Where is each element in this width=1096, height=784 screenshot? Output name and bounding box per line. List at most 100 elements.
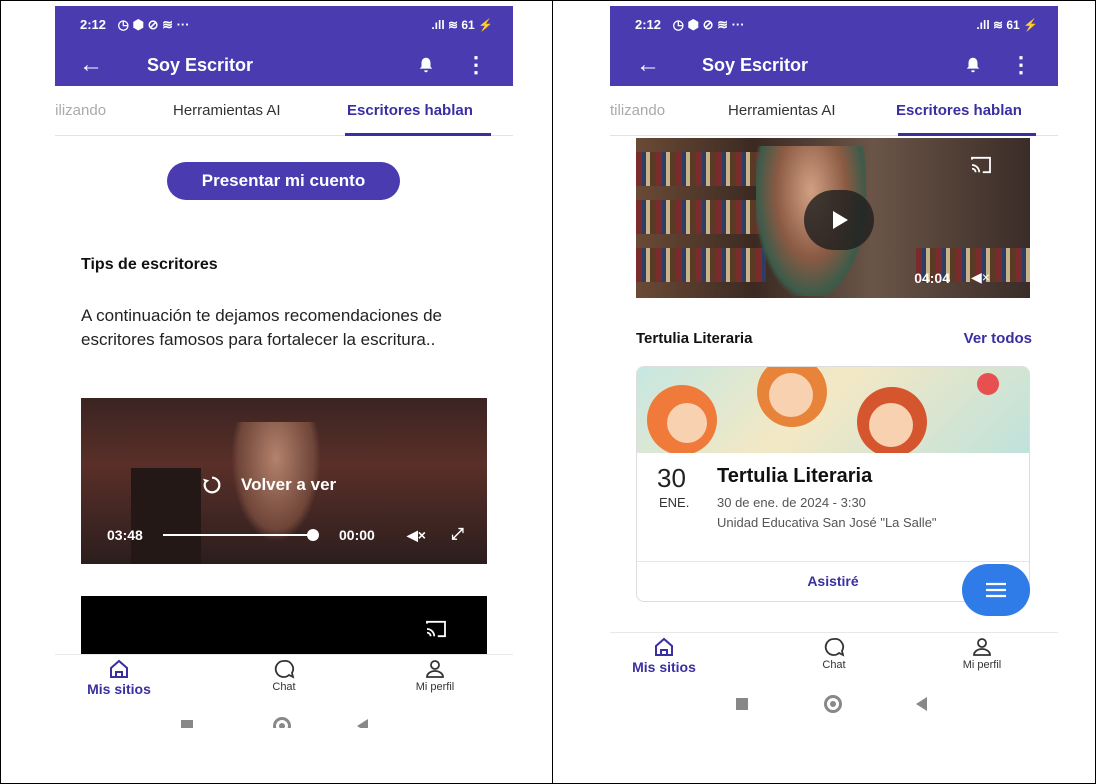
nav-label: Chat — [272, 681, 296, 693]
nav-label: Chat — [822, 659, 846, 671]
tab-herramientas-ai[interactable]: Herramientas AI — [728, 102, 836, 119]
tab-indicator — [898, 133, 1036, 136]
status-time: 2:12 — [80, 17, 107, 32]
see-all-link[interactable]: Ver todos — [964, 330, 1032, 347]
fullscreen-icon[interactable]: ⤢ — [451, 526, 464, 544]
video-thumbnail-shelf — [131, 468, 201, 564]
profile-icon — [426, 660, 444, 678]
section-title: Tertulia Literaria — [636, 330, 753, 347]
system-nav-bar — [610, 684, 1058, 724]
back-arrow-icon[interactable]: ← — [79, 51, 103, 79]
bottom-nav: Mis sitios Chat Mi perfil — [610, 632, 1058, 684]
app-bar: ← Soy Escritor ⋮ — [55, 44, 513, 86]
home-button-icon[interactable] — [824, 695, 842, 713]
cast-icon[interactable] — [425, 620, 447, 638]
status-bar: 2:12 ◷ ⬢ ⊘ ≋ ··· .ıll ≋ 61 ⚡ — [635, 12, 1038, 38]
play-button[interactable] — [804, 190, 874, 250]
video-duration: 04:04 — [914, 270, 950, 286]
back-arrow-icon[interactable]: ← — [636, 51, 660, 79]
system-nav-bar — [55, 706, 513, 728]
app-bar: ← Soy Escritor ⋮ — [610, 44, 1058, 86]
nav-mi-perfil[interactable]: Mi perfil — [385, 659, 485, 693]
end-time: 00:00 — [339, 527, 375, 543]
status-bar: 2:12 ◷ ⬢ ⊘ ≋ ··· .ıll ≋ 61 ⚡ — [80, 12, 493, 38]
status-time: 2:12 — [635, 17, 662, 32]
bookshelf-row — [636, 152, 766, 186]
status-icons-right: .ıll ≋ 61 ⚡ — [976, 18, 1038, 32]
app-title: Soy Escritor — [702, 54, 809, 75]
tab-utilizando[interactable]: tilizando — [55, 102, 106, 119]
phone-screen-left: 2:12 ◷ ⬢ ⊘ ≋ ··· .ıll ≋ 61 ⚡ ← Soy Escri… — [55, 6, 513, 728]
current-time: 03:48 — [107, 527, 143, 543]
nav-label: Mis sitios — [87, 681, 151, 697]
more-vert-icon[interactable]: ⋮ — [465, 52, 487, 78]
replay-button[interactable]: Volver a ver — [201, 474, 336, 496]
cast-icon[interactable] — [970, 156, 992, 174]
illustration-face — [667, 403, 707, 443]
chat-icon — [274, 660, 295, 679]
bookshelf-row — [636, 200, 766, 234]
video-player[interactable]: Volver a ver 03:48 00:00 ◀× ⤢ — [81, 398, 487, 564]
progress-handle[interactable] — [307, 529, 319, 541]
replay-icon — [202, 476, 221, 494]
panel-divider — [552, 0, 553, 784]
nav-mis-sitios[interactable]: Mis sitios — [69, 659, 169, 697]
intro-paragraph: A continuación te dejamos recomendacione… — [81, 306, 443, 349]
status-icons-right: .ıll ≋ 61 ⚡ — [431, 18, 493, 32]
nav-chat[interactable]: Chat — [234, 659, 334, 693]
fab-menu-button[interactable] — [962, 564, 1030, 616]
nav-chat[interactable]: Chat — [784, 637, 884, 671]
tab-escritores-hablan[interactable]: Escritores hablan — [347, 102, 473, 119]
illustration-face — [869, 403, 913, 447]
video-player[interactable]: 04:04 ◀× — [636, 138, 1030, 298]
replay-label: Volver a ver — [241, 475, 337, 494]
tab-bar: tilizando Herramientas AI Escritores hab… — [55, 86, 513, 136]
bell-icon[interactable] — [964, 56, 982, 74]
status-icons-left: ◷ ⬢ ⊘ ≋ ··· — [672, 17, 745, 32]
mute-icon[interactable]: ◀× — [971, 269, 990, 286]
home-icon — [110, 659, 128, 678]
card-divider — [637, 561, 1029, 562]
menu-lines-icon — [986, 582, 1006, 598]
status-icons-left: ◷ ⬢ ⊘ ≋ ··· — [117, 17, 190, 32]
nav-label: Mis sitios — [632, 659, 696, 675]
profile-icon — [973, 638, 991, 656]
tab-utilizando[interactable]: tilizando — [610, 102, 665, 119]
play-icon — [833, 211, 848, 229]
back-triangle-icon[interactable] — [357, 719, 368, 728]
section-title: Tips de escritores — [81, 256, 218, 273]
app-title: Soy Escritor — [147, 54, 254, 75]
bottom-nav: Mis sitios Chat Mi perfil — [55, 654, 513, 706]
back-triangle-icon[interactable] — [916, 697, 927, 711]
mute-icon[interactable]: ◀× — [407, 527, 426, 544]
event-day: 30 — [657, 463, 686, 493]
illustration-face — [769, 373, 813, 417]
tab-bar: tilizando Herramientas AI Escritores hab… — [610, 86, 1058, 136]
nav-label: Mi perfil — [962, 659, 1002, 671]
recents-icon[interactable] — [181, 720, 193, 728]
video-controls: 03:48 00:00 ◀× ⤢ — [107, 524, 464, 546]
nav-label: Mi perfil — [415, 681, 455, 693]
present-story-button[interactable]: Presentar mi cuento — [167, 162, 400, 200]
event-title: Tertulia Literaria — [717, 465, 873, 487]
progress-bar[interactable] — [163, 534, 311, 536]
recents-icon[interactable] — [736, 698, 748, 710]
more-vert-icon[interactable]: ⋮ — [1010, 52, 1032, 78]
bell-icon[interactable] — [417, 56, 435, 74]
tab-escritores-hablan[interactable]: Escritores hablan — [896, 102, 1022, 119]
bookshelf-row — [636, 248, 766, 282]
phone-screen-right: 2:12 ◷ ⬢ ⊘ ≋ ··· .ıll ≋ 61 ⚡ ← Soy Escri… — [610, 6, 1058, 728]
tab-herramientas-ai[interactable]: Herramientas AI — [173, 102, 281, 119]
event-place: Unidad Educativa San José "La Salle" — [717, 515, 937, 530]
home-button-icon[interactable] — [273, 717, 291, 728]
event-image — [637, 367, 1029, 453]
nav-mis-sitios[interactable]: Mis sitios — [614, 637, 714, 675]
illustration-balloon — [977, 373, 999, 395]
event-date: 30 de ene. de 2024 - 3:30 — [717, 495, 866, 510]
tab-indicator — [345, 133, 491, 136]
event-card[interactable]: 30 ENE. Tertulia Literaria 30 de ene. de… — [636, 366, 1030, 602]
nav-mi-perfil[interactable]: Mi perfil — [932, 637, 1032, 671]
home-icon — [655, 637, 673, 656]
event-month: ENE. — [659, 495, 690, 510]
chat-icon — [824, 638, 845, 657]
